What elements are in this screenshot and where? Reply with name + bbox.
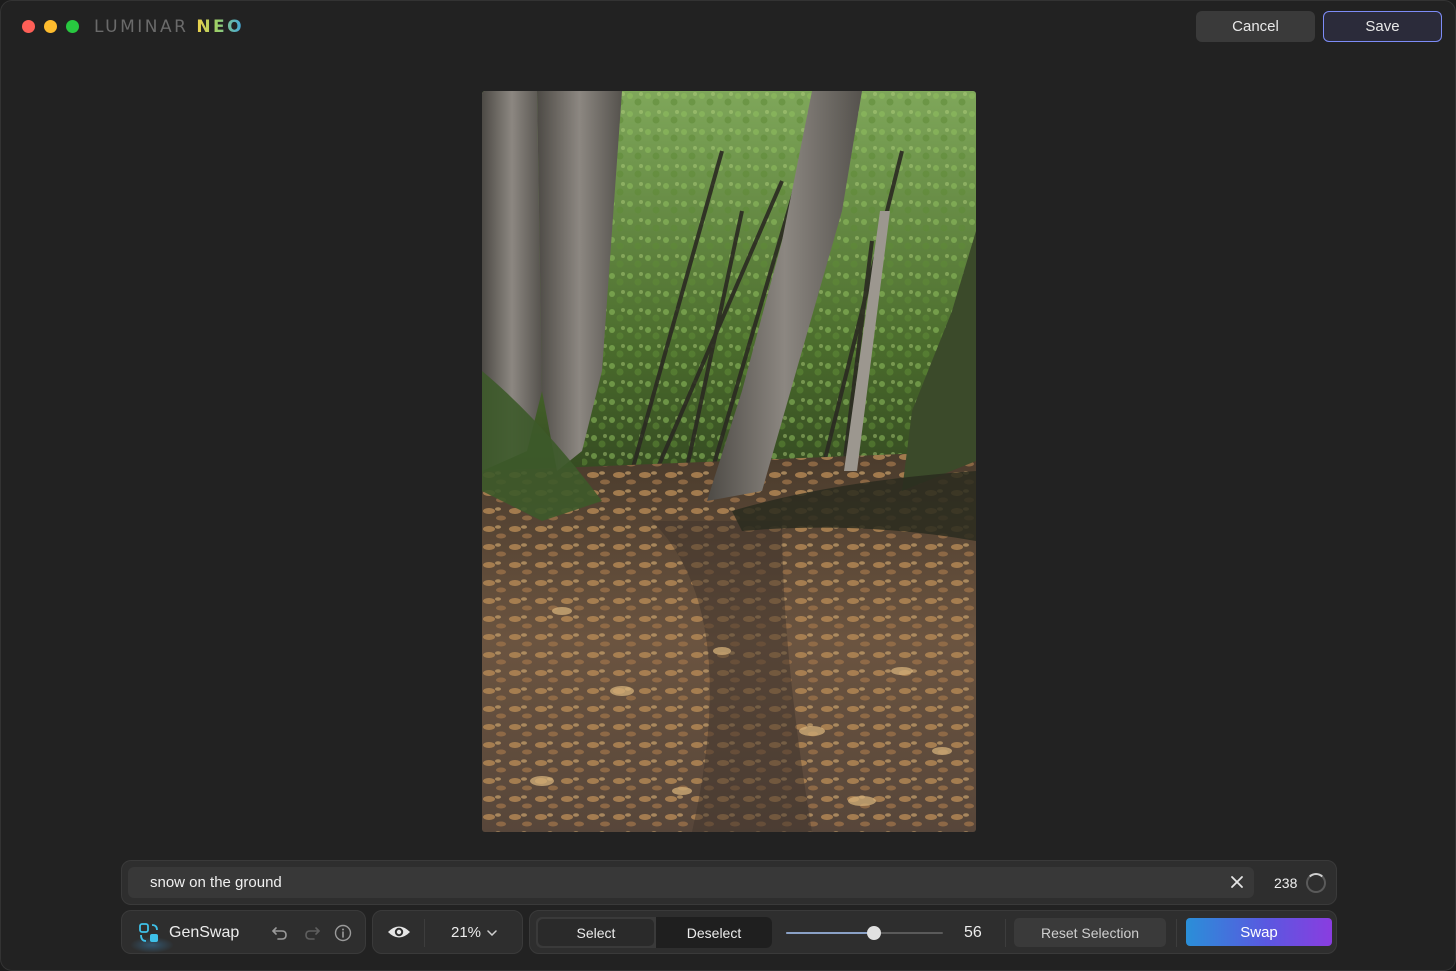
char-count: 238 bbox=[1274, 875, 1298, 891]
close-window-button[interactable] bbox=[22, 20, 35, 33]
logo-luminar: LUMINAR bbox=[94, 17, 189, 37]
select-mode-toggle: Select Deselect bbox=[536, 917, 772, 948]
char-limit-ring bbox=[1306, 873, 1326, 893]
redo-icon[interactable] bbox=[302, 923, 322, 943]
divider bbox=[424, 919, 425, 947]
prompt-input[interactable] bbox=[128, 867, 1254, 898]
eye-icon[interactable] bbox=[387, 922, 411, 942]
prompt-bar: 238 bbox=[121, 860, 1337, 905]
tool-panel: GenSwap bbox=[121, 910, 366, 954]
clear-prompt-button[interactable] bbox=[1228, 873, 1246, 891]
maximize-window-button[interactable] bbox=[66, 20, 79, 33]
info-icon[interactable] bbox=[333, 923, 353, 943]
slider-thumb[interactable] bbox=[866, 926, 881, 940]
selection-panel: Select Deselect 56 Reset Selection Swap bbox=[529, 910, 1337, 954]
app-logo: LUMINAR NEO bbox=[94, 17, 244, 37]
divider bbox=[1005, 919, 1006, 947]
divider bbox=[1176, 919, 1177, 947]
brush-size-value: 56 bbox=[964, 924, 982, 941]
tool-name: GenSwap bbox=[169, 924, 240, 941]
slider-fill bbox=[786, 932, 874, 934]
chevron-down-icon bbox=[487, 929, 497, 936]
brush-size-slider[interactable] bbox=[786, 926, 943, 940]
cancel-button[interactable]: Cancel bbox=[1196, 11, 1315, 42]
select-button[interactable]: Select bbox=[538, 919, 654, 946]
minimize-window-button[interactable] bbox=[44, 20, 57, 33]
view-panel: 21% bbox=[372, 910, 523, 954]
window-controls bbox=[22, 20, 79, 33]
photo-canvas[interactable] bbox=[482, 91, 976, 832]
app-window: LUMINAR NEO Cancel Save snow on the grou… bbox=[0, 0, 1456, 971]
deselect-button[interactable]: Deselect bbox=[656, 917, 772, 948]
forest-path-photo bbox=[482, 91, 976, 832]
zoom-select[interactable]: 21% bbox=[451, 924, 497, 941]
save-button[interactable]: Save bbox=[1323, 11, 1442, 42]
swap-button[interactable]: Swap bbox=[1186, 918, 1332, 946]
logo-neo: NEO bbox=[196, 17, 245, 37]
undo-icon[interactable] bbox=[270, 923, 290, 943]
close-icon bbox=[1231, 876, 1243, 888]
zoom-value: 21% bbox=[451, 924, 482, 941]
reset-selection-button[interactable]: Reset Selection bbox=[1014, 918, 1166, 947]
genswap-icon bbox=[139, 923, 158, 942]
